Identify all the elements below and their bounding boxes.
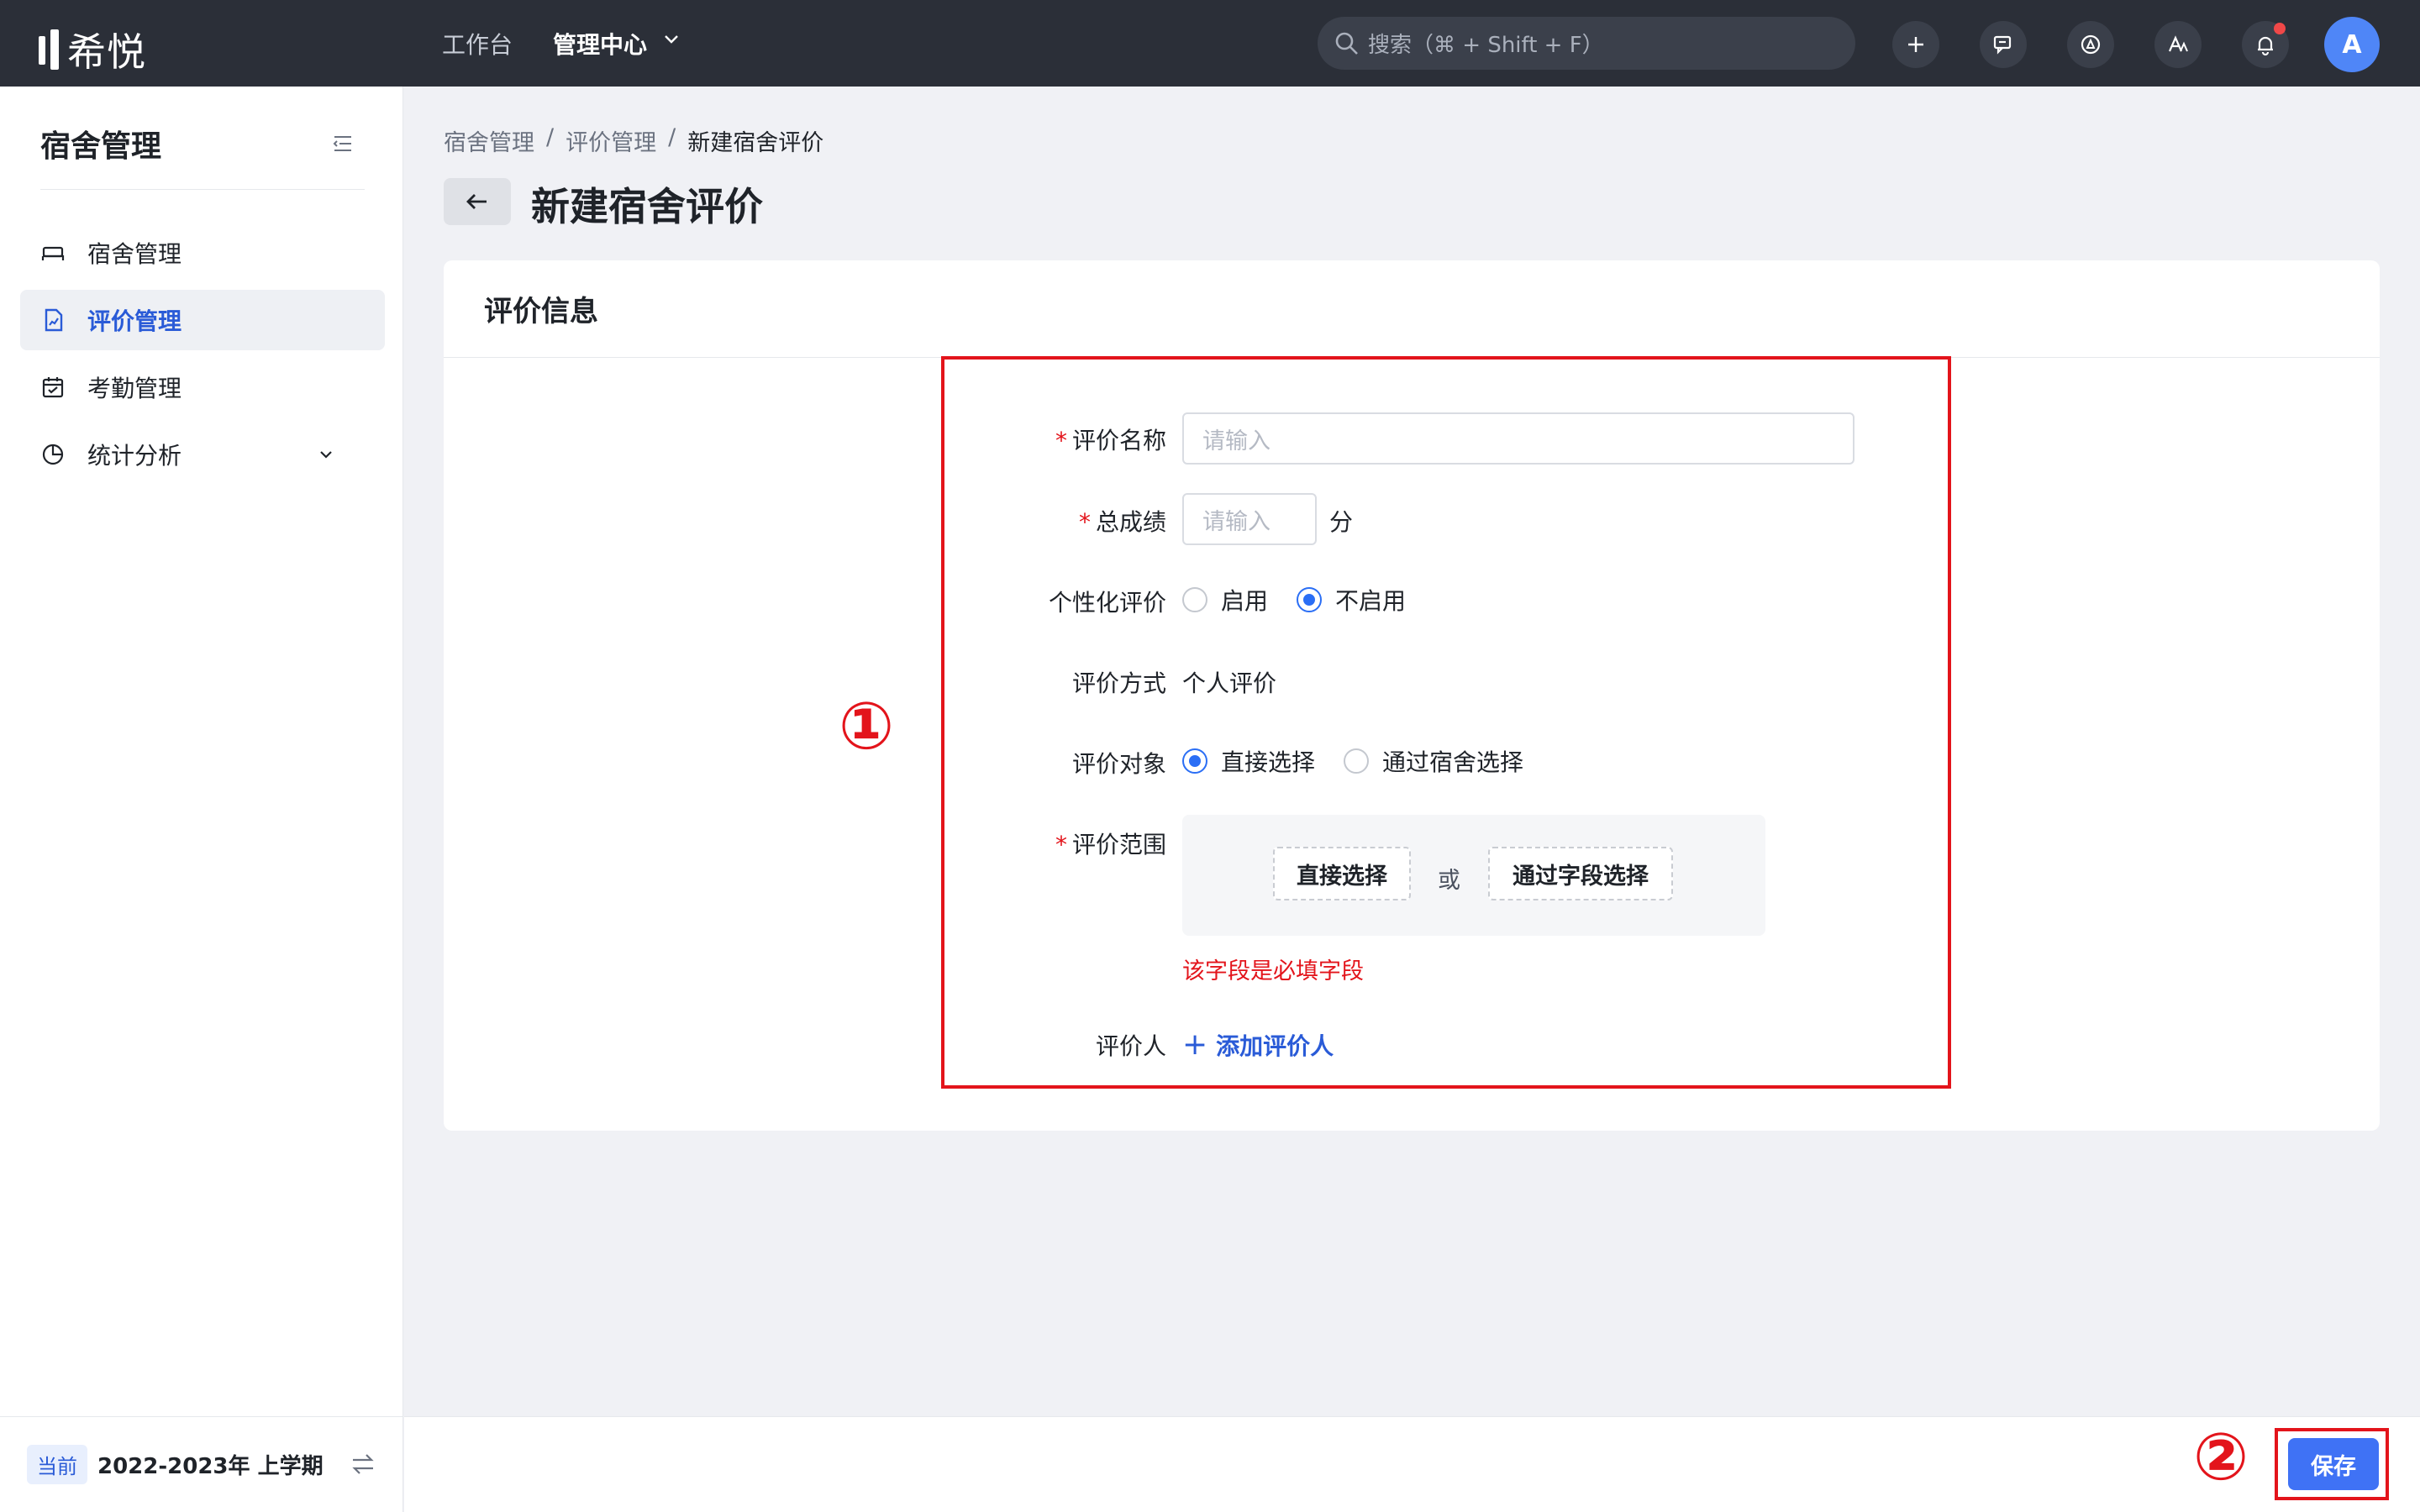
personalized-radio-group: 启用 不启用 [1182, 583, 1434, 617]
sidebar-item-label: 评价管理 [87, 307, 182, 335]
sidebar-item-evaluation-management[interactable]: 评价管理 [20, 290, 385, 350]
sidebar-item-label: 宿舍管理 [87, 240, 182, 268]
evaluation-name-input[interactable]: 请输入 [1182, 412, 1854, 465]
annotation-marker-2: ② [2193, 1420, 2249, 1495]
method-label: 评价方式 [1071, 669, 1166, 697]
breadcrumb: 宿舍管理 / 评价管理 / 新建宿舍评价 [444, 124, 823, 157]
radio-dorm[interactable] [1344, 748, 1370, 774]
personalized-enable-option[interactable]: 启用 [1182, 583, 1268, 617]
target-direct-option[interactable]: 直接选择 [1182, 744, 1315, 778]
personalized-label: 个性化评价 [1048, 589, 1166, 617]
sidebar-item-statistics[interactable]: 统计分析 [20, 424, 385, 485]
total-score-input[interactable]: 请输入 [1182, 493, 1317, 545]
evaluator-label: 评价人 [1095, 1032, 1166, 1060]
sidebar-item-label: 统计分析 [87, 442, 182, 470]
plus-icon [1908, 37, 1923, 52]
term-label: 2022-2023年 上学期 [97, 1454, 324, 1479]
chevron-down-icon[interactable] [318, 446, 334, 463]
translate-icon [2168, 35, 2188, 52]
sidebar-item-dorm-management[interactable]: 宿舍管理 [20, 223, 385, 283]
field-select-button[interactable]: 通过字段选择 [1488, 847, 1673, 900]
annotation-box-2 [2275, 1428, 2389, 1500]
bell-icon [2258, 36, 2273, 56]
plus-icon: + [1182, 1027, 1208, 1062]
range-selector: 直接选择 或 通过字段选择 [1182, 815, 1765, 936]
bed-icon [41, 246, 65, 260]
sidebar-title: 宿舍管理 [40, 129, 162, 164]
pie-chart-icon [42, 444, 64, 465]
direct-select-button[interactable]: 直接选择 [1273, 847, 1411, 900]
compass-icon [2081, 34, 2101, 55]
sidebar-item-attendance-management[interactable]: 考勤管理 [20, 357, 385, 417]
page-title: 新建宿舍评价 [531, 184, 763, 229]
breadcrumb-current: 新建宿舍评价 [687, 130, 824, 156]
add-evaluator-link[interactable]: + 添加评价人 [1182, 1028, 1334, 1062]
user-avatar[interactable]: A [2324, 17, 2380, 72]
add-evaluator-label: 添加评价人 [1216, 1032, 1334, 1060]
nav-management-center[interactable]: 管理中心 [553, 27, 647, 60]
current-badge: 当前 [27, 1445, 87, 1484]
language-button[interactable] [2154, 21, 2202, 68]
create-button[interactable] [1892, 21, 1939, 68]
or-text: 或 [1438, 868, 1460, 894]
evaluation-name-placeholder: 请输入 [1202, 428, 1270, 454]
sidebar: 宿舍管理 宿舍管理 评价管理 考勤管理 统计分析 当前 2022-2023年 上… [0, 87, 403, 1512]
search-icon [1335, 32, 1358, 55]
breadcrumb-separator: / [668, 124, 676, 150]
target-dorm-option[interactable]: 通过宿舍选择 [1344, 744, 1523, 778]
total-score-placeholder: 请输入 [1202, 508, 1270, 535]
chevron-down-icon[interactable] [664, 32, 679, 47]
radio-disable[interactable] [1297, 587, 1323, 612]
chat-icon [1993, 35, 2012, 55]
radio-enable[interactable] [1182, 587, 1207, 612]
sidebar-divider [40, 189, 365, 190]
term-selector[interactable]: 当前 2022-2023年 上学期 [0, 1416, 403, 1512]
sidebar-item-label: 考勤管理 [87, 375, 182, 402]
switch-icon[interactable] [350, 1452, 376, 1476]
notification-dot [2274, 23, 2286, 34]
search-input[interactable]: 搜索（⌘ + Shift + F） [1318, 17, 1855, 70]
evaluation-doc-icon [45, 308, 63, 332]
apps-button[interactable] [2067, 21, 2114, 68]
breadcrumb-dorm-management[interactable]: 宿舍管理 [444, 124, 534, 157]
breadcrumb-evaluation-management[interactable]: 评价管理 [566, 124, 656, 157]
name-label: * 评价名称 [1055, 427, 1166, 454]
form-card: 评价信息 [444, 260, 2380, 1131]
nav-workbench[interactable]: 工作台 [442, 27, 513, 60]
score-unit: 分 [1329, 508, 1354, 536]
calendar-check-icon [42, 377, 64, 398]
breadcrumb-separator: / [546, 124, 555, 150]
logo-mark-icon [39, 29, 59, 70]
method-value: 个人评价 [1182, 669, 1277, 697]
annotation-marker-1: ① [839, 689, 895, 764]
search-placeholder: 搜索（⌘ + Shift + F） [1368, 33, 1604, 58]
app-name: 希悦 [67, 29, 146, 75]
arrow-left-icon [466, 194, 487, 209]
range-label: * 评价范围 [1055, 831, 1166, 858]
target-radio-group: 直接选择 通过宿舍选择 [1182, 744, 1552, 778]
bottom-action-bar [404, 1416, 2420, 1512]
required-error-message: 该字段是必填字段 [1182, 958, 1364, 984]
target-label: 评价对象 [1071, 750, 1166, 778]
messages-button[interactable] [1980, 21, 2027, 68]
radio-direct[interactable] [1182, 748, 1207, 774]
back-button[interactable] [444, 178, 511, 225]
card-title: 评价信息 [444, 260, 2380, 358]
collapse-sidebar-icon[interactable] [331, 134, 355, 154]
app-logo[interactable]: 希悦 [39, 22, 146, 77]
total-score-label: * 总成绩 [1078, 508, 1166, 536]
notifications-button[interactable] [2242, 21, 2289, 68]
personalized-disable-option[interactable]: 不启用 [1297, 583, 1406, 617]
top-navigation-bar: 希悦 工作台 管理中心 搜索（⌘ + Shift + F） A [0, 0, 2420, 87]
